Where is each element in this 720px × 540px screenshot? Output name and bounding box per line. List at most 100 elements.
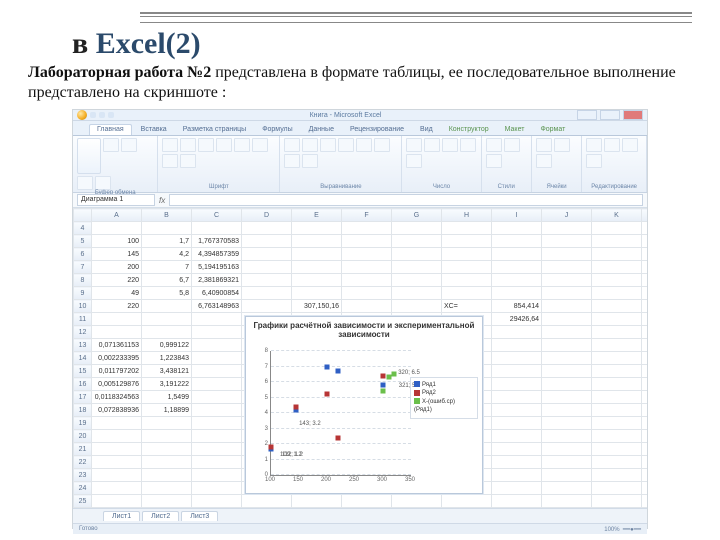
table-row[interactable]: 102206,763148963307,150,16XC=854,414 — [74, 300, 648, 313]
formula-bar[interactable] — [169, 194, 643, 206]
cell[interactable] — [442, 495, 492, 508]
cell[interactable] — [442, 222, 492, 235]
cell[interactable] — [192, 352, 242, 365]
cell[interactable] — [142, 313, 192, 326]
cell[interactable] — [192, 417, 242, 430]
cell[interactable] — [492, 378, 542, 391]
cell[interactable] — [592, 313, 642, 326]
ribbon-button[interactable] — [406, 154, 422, 168]
cell[interactable] — [592, 235, 642, 248]
cell[interactable] — [542, 261, 592, 274]
cell[interactable] — [342, 495, 392, 508]
cell[interactable] — [192, 469, 242, 482]
cell[interactable] — [392, 248, 442, 261]
cell[interactable] — [542, 339, 592, 352]
ribbon-button[interactable] — [216, 138, 232, 152]
row-header[interactable]: 9 — [74, 287, 92, 300]
column-header[interactable]: I — [492, 209, 542, 222]
row-header[interactable]: 13 — [74, 339, 92, 352]
cell[interactable] — [642, 352, 648, 365]
cell[interactable]: 6,7 — [142, 274, 192, 287]
cell[interactable]: 6,763148963 — [192, 300, 242, 313]
cell[interactable] — [192, 404, 242, 417]
cell[interactable]: 0,0118324563 — [92, 391, 142, 404]
ribbon-button[interactable] — [374, 138, 390, 152]
ribbon-button[interactable] — [162, 154, 178, 168]
ribbon-button[interactable] — [622, 138, 638, 152]
row-header[interactable]: 25 — [74, 495, 92, 508]
cell[interactable]: 1,5499 — [142, 391, 192, 404]
cell[interactable] — [642, 495, 648, 508]
ribbon-button[interactable] — [252, 138, 268, 152]
ribbon-button[interactable] — [424, 138, 440, 152]
ribbon-button[interactable] — [460, 138, 476, 152]
cell[interactable] — [592, 456, 642, 469]
cell[interactable] — [92, 508, 142, 509]
cell[interactable] — [542, 495, 592, 508]
cell[interactable] — [242, 495, 292, 508]
cell[interactable] — [642, 235, 648, 248]
cell[interactable]: 0,072838936 — [92, 404, 142, 417]
cell[interactable] — [642, 274, 648, 287]
cell[interactable] — [292, 508, 342, 509]
cell[interactable]: 6,40900854 — [192, 287, 242, 300]
cell[interactable] — [492, 326, 542, 339]
sheet-tab[interactable]: Лист3 — [181, 511, 218, 521]
column-header[interactable]: H — [442, 209, 492, 222]
cell[interactable] — [392, 222, 442, 235]
cell[interactable] — [192, 378, 242, 391]
ribbon-button[interactable] — [103, 138, 119, 152]
name-box[interactable]: Диаграмма 1 — [77, 194, 155, 206]
cell[interactable] — [542, 248, 592, 261]
cell[interactable] — [142, 508, 192, 509]
cell[interactable] — [142, 482, 192, 495]
ribbon-tab[interactable]: Главная — [89, 124, 132, 135]
cell[interactable] — [592, 352, 642, 365]
cell[interactable] — [492, 404, 542, 417]
cell[interactable] — [592, 469, 642, 482]
ribbon-tab[interactable]: Формулы — [255, 125, 299, 135]
ribbon-tab[interactable]: Формат — [533, 125, 572, 135]
cell[interactable] — [642, 287, 648, 300]
cell[interactable] — [592, 508, 642, 509]
ribbon-button[interactable] — [180, 154, 196, 168]
cell[interactable]: 1,223843 — [142, 352, 192, 365]
cell[interactable] — [592, 482, 642, 495]
cell[interactable] — [92, 313, 142, 326]
ribbon-button[interactable] — [356, 138, 372, 152]
cell[interactable] — [542, 404, 592, 417]
cell[interactable] — [492, 456, 542, 469]
cell[interactable] — [442, 261, 492, 274]
cell[interactable] — [542, 378, 592, 391]
ribbon-button[interactable] — [338, 138, 354, 152]
cell[interactable]: 0,002233395 — [92, 352, 142, 365]
ribbon-button[interactable] — [320, 138, 336, 152]
cell[interactable] — [492, 248, 542, 261]
cell[interactable] — [542, 508, 592, 509]
cell[interactable] — [292, 495, 342, 508]
cell[interactable] — [92, 430, 142, 443]
ribbon-button[interactable] — [162, 138, 178, 152]
cell[interactable] — [392, 300, 442, 313]
cell[interactable] — [392, 274, 442, 287]
column-header[interactable] — [74, 209, 92, 222]
cell[interactable] — [492, 352, 542, 365]
row-header[interactable]: 11 — [74, 313, 92, 326]
row-header[interactable]: 17 — [74, 391, 92, 404]
cell[interactable]: 0,071361153 — [92, 339, 142, 352]
cell[interactable] — [92, 482, 142, 495]
cell[interactable] — [542, 443, 592, 456]
cell[interactable] — [192, 456, 242, 469]
maximize-button[interactable] — [600, 110, 620, 120]
cell[interactable] — [342, 235, 392, 248]
cell[interactable]: 220 — [92, 300, 142, 313]
cell[interactable] — [592, 222, 642, 235]
column-header[interactable]: D — [242, 209, 292, 222]
cell[interactable] — [342, 261, 392, 274]
row-header[interactable]: 20 — [74, 430, 92, 443]
cell[interactable]: 200 — [92, 261, 142, 274]
ribbon-tab[interactable]: Рецензирование — [343, 125, 411, 135]
cell[interactable]: 1,18899 — [142, 404, 192, 417]
cell[interactable] — [142, 222, 192, 235]
table-row[interactable]: 51001,71,767370583 — [74, 235, 648, 248]
